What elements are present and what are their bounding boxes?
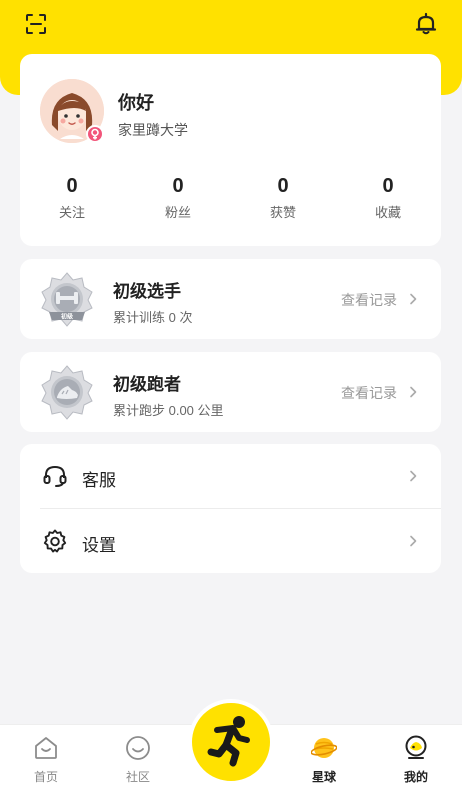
menu-item-customer-service[interactable]: 客服 (20, 444, 441, 509)
female-icon (91, 128, 99, 140)
achievement-subtitle: 累计训练 0 次 (113, 310, 193, 325)
stat-value: 0 (382, 175, 394, 197)
chevron-right-icon (410, 386, 417, 398)
menu-item-label: 客服 (82, 471, 116, 490)
achievement-title: 初级跑者 (113, 375, 181, 394)
chevron-right-icon (410, 293, 417, 305)
headset-icon (43, 465, 67, 487)
menu-item-label: 设置 (82, 536, 116, 555)
trainer-badge-icon: 初级 (41, 272, 93, 327)
tab-label: 社区 (125, 770, 150, 784)
chevron-right-icon (410, 470, 417, 482)
tab-label: 我的 (403, 770, 428, 784)
home-icon (35, 737, 57, 759)
stat-value: 0 (172, 175, 184, 197)
tab-home[interactable]: 首页 (0, 725, 92, 788)
stat-likes[interactable]: 0 获赞 (231, 172, 335, 221)
achievement-runner-card[interactable]: 初级跑者 累计跑步 0.00 公里 查看记录 (20, 352, 441, 432)
stat-favorites[interactable]: 0 收藏 (336, 172, 440, 221)
stat-label: 关注 (58, 205, 85, 220)
stat-label: 获赞 (269, 205, 296, 220)
achievement-subtitle: 累计跑步 0.00 公里 (113, 403, 224, 418)
stat-label: 收藏 (374, 205, 401, 220)
achievement-trainer-card[interactable]: 初级 初级选手 累计训练 0 次 查看记录 (20, 259, 441, 339)
stat-value: 0 (277, 175, 289, 197)
view-records-link[interactable]: 查看记录 (341, 383, 397, 403)
bell-icon[interactable] (414, 12, 438, 36)
chevron-right-icon (410, 535, 417, 547)
tab-label: 星球 (311, 770, 336, 784)
community-icon (126, 736, 150, 760)
menu-item-settings[interactable]: 设置 (20, 509, 441, 573)
runner-icon (207, 716, 250, 767)
stat-value: 0 (66, 175, 78, 197)
stat-label: 粉丝 (164, 205, 191, 220)
tab-me[interactable]: 我的 (370, 725, 462, 788)
tab-planet[interactable]: 星球 (278, 725, 370, 788)
runner-badge-icon (41, 365, 93, 420)
user-school: 家里蹲大学 (118, 122, 188, 138)
planet-icon (311, 738, 337, 758)
gender-female-badge (86, 125, 104, 143)
view-records-link[interactable]: 查看记录 (341, 290, 397, 310)
start-run-button[interactable] (188, 699, 274, 785)
settings-menu-card: 客服 设置 (20, 444, 441, 573)
badge-text: 初级 (61, 313, 73, 321)
stat-followers[interactable]: 0 粉丝 (126, 172, 230, 221)
achievement-title: 初级选手 (113, 282, 181, 301)
stat-following[interactable]: 0 关注 (20, 172, 124, 221)
me-icon (405, 735, 427, 759)
profile-card: 你好 家里蹲大学 0 关注 0 粉丝 0 获赞 0 收藏 (20, 54, 441, 246)
scan-icon[interactable] (24, 12, 48, 36)
user-name: 你好 (118, 93, 154, 113)
tab-community[interactable]: 社区 (92, 725, 184, 788)
gear-icon (43, 529, 67, 553)
tab-label: 首页 (33, 770, 58, 784)
